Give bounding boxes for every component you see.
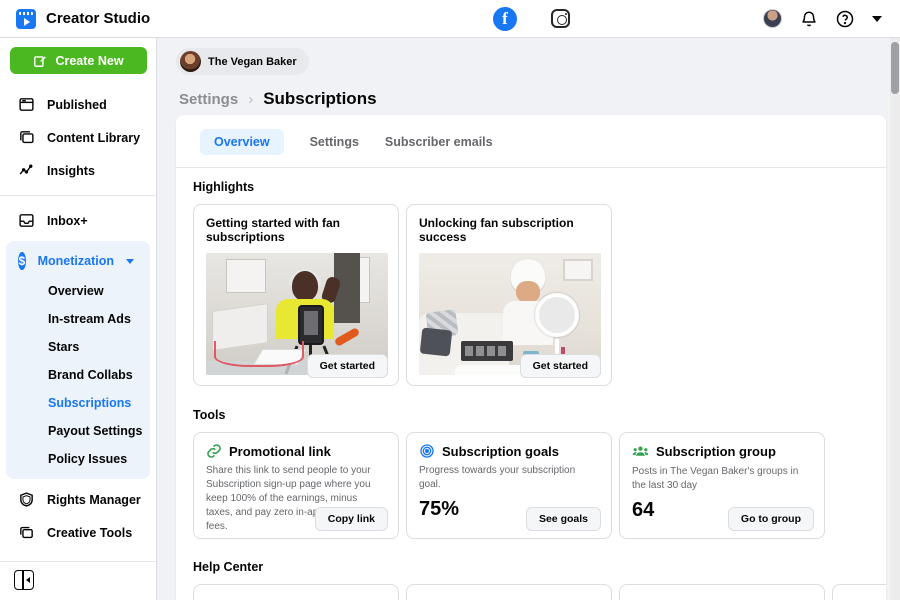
page-title: Subscriptions — [263, 89, 376, 109]
help-center-heading: Help Center — [193, 560, 886, 574]
published-icon — [18, 96, 35, 113]
help-icon[interactable] — [836, 10, 854, 28]
app-title: Creator Studio — [46, 10, 150, 27]
get-started-button[interactable]: Get started — [307, 354, 388, 378]
account-menu-caret-icon[interactable] — [872, 16, 882, 22]
sidebar-item-instream-ads[interactable]: In-stream Ads — [6, 305, 150, 333]
content-card: Overview Settings Subscriber emails High… — [176, 115, 886, 600]
page-avatar — [180, 51, 201, 72]
help-card-subscription-payouts[interactable]: About Fan Subscription Payouts — [406, 584, 612, 600]
creative-tools-icon — [18, 524, 35, 541]
get-started-button[interactable]: Get started — [520, 354, 601, 378]
insights-icon — [18, 162, 35, 179]
sidebar: Create New Published Content Library Ins… — [0, 38, 157, 600]
sidebar-item-overview[interactable]: Overview — [6, 277, 150, 305]
tool-card-subscription-goals: Subscription goals Progress towards your… — [406, 432, 612, 539]
sidebar-item-subscriptions[interactable]: Subscriptions — [6, 389, 150, 417]
highlight-card-getting-started: Getting started with fan subscriptions G… — [193, 204, 399, 386]
help-center-row: About Fan Subscriptions About Fan Subscr… — [193, 584, 886, 600]
main-area: The Vegan Baker Settings › Subscriptions… — [158, 38, 900, 600]
instagram-icon[interactable] — [551, 9, 570, 28]
highlight-card-unlocking-success: Unlocking fan subscription success Get s… — [406, 204, 612, 386]
tab-settings[interactable]: Settings — [310, 129, 359, 155]
inbox-icon — [18, 212, 35, 229]
creator-studio-logo-icon — [16, 9, 36, 29]
help-card-fan-subscriptions[interactable]: About Fan Subscriptions — [193, 584, 399, 600]
group-icon — [632, 443, 649, 460]
tool-card-promotional-link: Promotional link Share this link to send… — [193, 432, 399, 539]
sidebar-item-brand-collabs[interactable]: Brand Collabs — [6, 361, 150, 389]
sidebar-item-stars[interactable]: Stars — [6, 333, 150, 361]
facebook-icon[interactable]: f — [493, 7, 517, 31]
monetization-section: $ Monetization Overview In-stream Ads St… — [6, 241, 150, 479]
tools-row: Promotional link Share this link to send… — [193, 432, 886, 539]
collapse-sidebar-icon[interactable] — [14, 570, 34, 590]
target-icon — [419, 443, 435, 459]
breadcrumb-chevron-icon: › — [248, 91, 253, 108]
sidebar-divider — [0, 195, 156, 196]
shield-icon — [18, 491, 35, 508]
see-goals-button[interactable]: See goals — [526, 507, 601, 531]
content-library-icon — [18, 129, 35, 146]
nav-actions — [763, 9, 900, 28]
sidebar-item-published[interactable]: Published — [0, 88, 156, 121]
scrollbar-thumb[interactable] — [891, 42, 899, 94]
scrollbar-track[interactable] — [890, 38, 900, 600]
tools-heading: Tools — [193, 408, 886, 422]
tabs-bar: Overview Settings Subscriber emails — [176, 115, 886, 168]
monetization-dollar-icon: $ — [18, 252, 26, 270]
sidebar-item-creative-tools[interactable]: Creative Tools — [0, 516, 156, 549]
compose-icon — [33, 54, 47, 68]
breadcrumb-settings[interactable]: Settings — [179, 91, 238, 108]
sidebar-item-rights-manager[interactable]: Rights Manager — [0, 483, 156, 516]
sidebar-item-policy-issues[interactable]: Policy Issues — [6, 445, 150, 473]
help-card-supporter-benefits[interactable]: About Supporter Benefits — [619, 584, 825, 600]
copy-link-button[interactable]: Copy link — [315, 507, 388, 531]
tab-subscriber-emails[interactable]: Subscriber emails — [385, 129, 493, 155]
link-icon — [206, 443, 222, 459]
highlights-row: Getting started with fan subscriptions G… — [193, 204, 886, 386]
sidebar-item-insights[interactable]: Insights — [0, 154, 156, 187]
sidebar-item-inbox[interactable]: Inbox+ — [0, 204, 156, 237]
create-new-button[interactable]: Create New — [10, 47, 147, 74]
sidebar-item-monetization[interactable]: $ Monetization — [6, 245, 150, 277]
tab-overview[interactable]: Overview — [200, 129, 284, 155]
highlights-heading: Highlights — [193, 180, 886, 194]
help-card-best-practices[interactable]: Best Pra — [832, 584, 886, 600]
sidebar-item-payout-settings[interactable]: Payout Settings — [6, 417, 150, 445]
tool-card-subscription-group: Subscription group Posts in The Vegan Ba… — [619, 432, 825, 539]
breadcrumb: Settings › Subscriptions — [179, 89, 900, 109]
go-to-group-button[interactable]: Go to group — [728, 507, 814, 531]
top-navbar: Creator Studio f — [0, 0, 900, 38]
app-brand[interactable]: Creator Studio — [0, 9, 300, 29]
collapse-caret-icon[interactable] — [126, 259, 134, 264]
platform-switcher: f — [300, 7, 763, 31]
sidebar-item-content-library[interactable]: Content Library — [0, 121, 156, 154]
user-avatar[interactable] — [763, 9, 782, 28]
page-name: The Vegan Baker — [208, 56, 297, 68]
sidebar-footer — [0, 561, 156, 600]
notifications-bell-icon[interactable] — [800, 10, 818, 28]
page-selector-chip[interactable]: The Vegan Baker — [176, 48, 309, 75]
